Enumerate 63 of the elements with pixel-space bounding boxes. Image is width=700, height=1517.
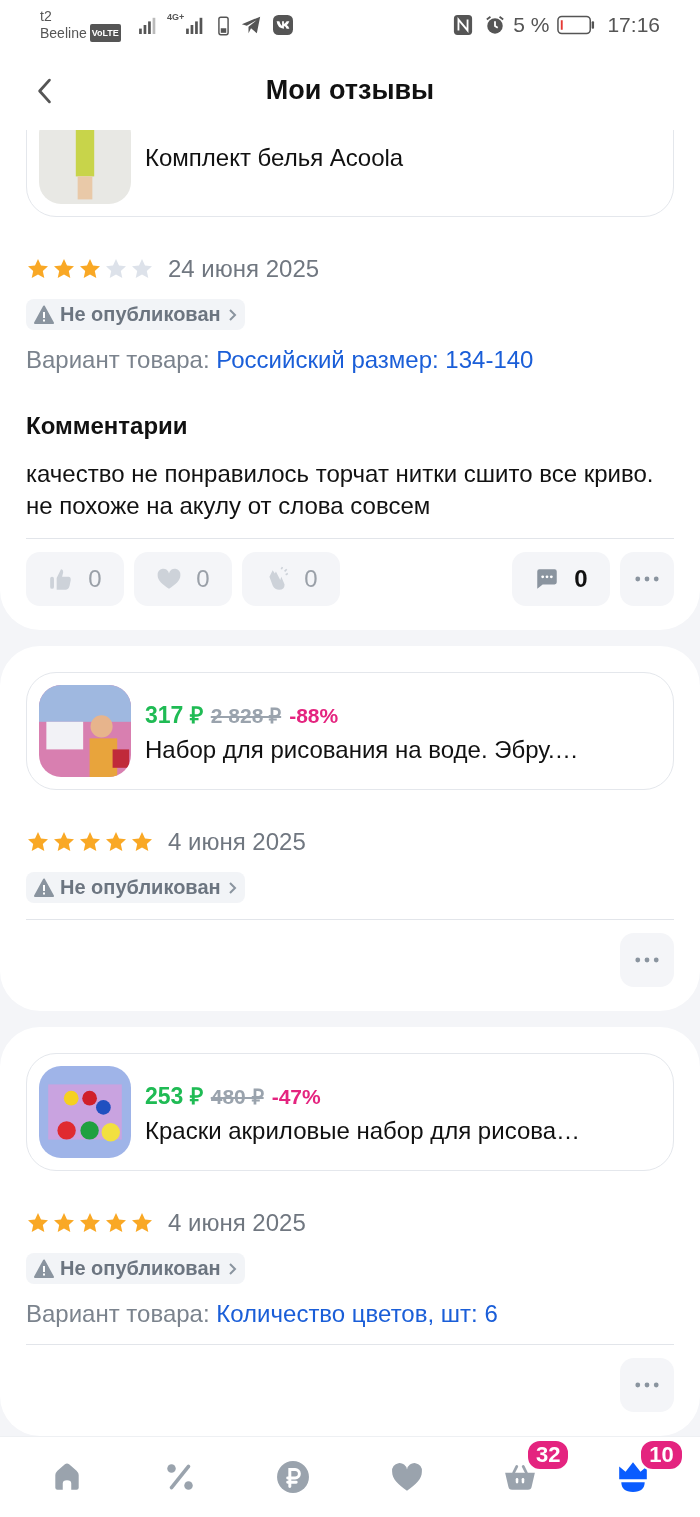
paper-plane-icon — [241, 15, 262, 35]
carrier-name: Beeline — [40, 25, 87, 41]
more-button[interactable] — [620, 552, 674, 606]
star-icon — [52, 257, 76, 281]
reaction-button[interactable]: 0 — [242, 552, 340, 606]
discount: -88% — [289, 704, 339, 728]
network-label: 4G+ — [166, 12, 185, 22]
review-comment: качество не понравилось торчат нитки сшито все криво. не похоже на акулу от слова совсем — [26, 459, 655, 521]
reaction-button[interactable]: 0 — [134, 552, 232, 606]
count-badge: 32 — [525, 1439, 571, 1471]
status-badge[interactable]: Не опубликован — [26, 299, 245, 330]
more-icon — [635, 1382, 659, 1388]
review-date: 4 июня 2025 — [168, 1209, 306, 1237]
page-title: Мои отзывы — [265, 74, 435, 106]
star-icon — [104, 257, 128, 281]
alarm-icon — [485, 15, 506, 35]
status-badge[interactable]: Не опубликован — [26, 1253, 245, 1284]
battery-percent: 5 % — [513, 13, 550, 37]
volte-badge: VoLTE — [89, 24, 121, 42]
star-icon — [78, 257, 102, 281]
star-icon — [26, 257, 50, 281]
carrier-name: t2 — [40, 8, 53, 24]
comments-heading: Комментарии — [26, 412, 189, 440]
star-icon — [104, 1211, 128, 1235]
star-icon — [52, 830, 76, 854]
product-variant: Вариант товара: Российский размер: 134-140 — [26, 346, 535, 374]
comments-button[interactable]: 0 — [512, 552, 610, 606]
star-icon — [78, 1211, 102, 1235]
price: 253 ₽ — [145, 1082, 203, 1111]
status-badge[interactable]: Не опубликован — [26, 872, 245, 903]
star-icon — [130, 1211, 154, 1235]
clock: 17:16 — [607, 13, 660, 37]
star-icon — [26, 1211, 50, 1235]
product-variant: Вариант товара: Количество цветов, шт: 6 — [26, 1300, 499, 1328]
product-name: Набор для рисования на воде. Эбру.… — [145, 736, 579, 764]
more-button[interactable] — [620, 1358, 674, 1412]
star-icon — [104, 830, 128, 854]
product-card[interactable]: 317 ₽ 2 828 ₽ -88% Набор для рисования на воде. Эбру.… — [26, 672, 674, 790]
battery-icon — [557, 15, 596, 35]
product-card[interactable]: 253 ₽ 480 ₽ -47% Краски акриловые набор для рисова… — [26, 1053, 674, 1171]
count-badge: 10 — [639, 1439, 684, 1471]
star-icon — [26, 830, 50, 854]
star-icon — [78, 830, 102, 854]
review-date: 4 июня 2025 — [168, 828, 306, 856]
product-card[interactable]: Комплект белья Acoola — [26, 130, 674, 217]
star-icon — [130, 257, 154, 281]
phone-icon — [218, 14, 230, 36]
old-price: 480 ₽ — [210, 1084, 264, 1110]
star-icon — [52, 1211, 76, 1235]
price: 317 ₽ — [145, 701, 203, 730]
reaction-button[interactable]: 0 — [26, 552, 124, 606]
ruble-icon — [276, 1460, 311, 1494]
star-icon — [130, 830, 154, 854]
more-icon — [635, 576, 659, 582]
more-icon — [635, 957, 659, 963]
review-date: 24 июня 2025 — [168, 255, 320, 283]
nfc-icon — [453, 15, 474, 35]
product-name: Краски акриловые набор для рисова… — [145, 1117, 581, 1145]
more-button[interactable] — [620, 933, 674, 987]
old-price: 2 828 ₽ — [210, 703, 282, 729]
product-name: Комплект белья Acoola — [145, 144, 404, 172]
discount: -47% — [271, 1085, 321, 1109]
vk-icon — [273, 15, 294, 35]
